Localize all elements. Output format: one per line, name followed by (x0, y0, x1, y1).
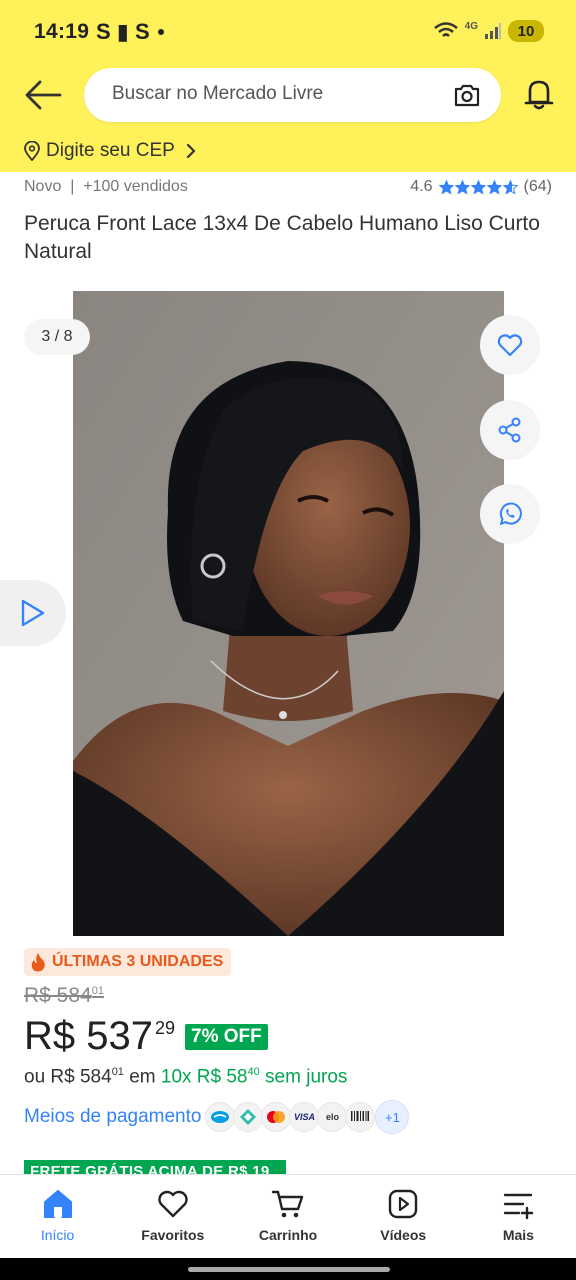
original-price-cents: 01 (91, 985, 104, 997)
more-payment-methods[interactable]: +1 (375, 1100, 410, 1134)
home-icon (43, 1190, 72, 1218)
nav-inicio[interactable]: Início (0, 1175, 115, 1258)
product-title: Peruca Front Lace 13x4 De Cabelo Humano … (24, 212, 540, 263)
heart-icon (158, 1190, 188, 1218)
status-bar: 14:19 S ▮ S 4G 10 (0, 0, 576, 64)
location-pin-icon (24, 141, 40, 161)
star-icon (470, 179, 486, 195)
play-icon (21, 599, 45, 627)
product-photo-illustration (73, 291, 504, 936)
battery-indicator: 10 (508, 20, 544, 42)
mastercard-icon (261, 1102, 292, 1132)
wifi-icon (433, 22, 458, 37)
favorite-button[interactable] (480, 315, 540, 375)
installments-info: ou R$ 58401 em 10x R$ 5840 sem juros (24, 1066, 347, 1088)
whatsapp-icon (499, 502, 522, 525)
nav-label: Vídeos (380, 1227, 427, 1243)
nav-videos[interactable]: Vídeos (346, 1175, 461, 1258)
visa-icon: VISA (289, 1102, 320, 1132)
discount-badge: 7% OFF (185, 1024, 268, 1050)
video-icon (389, 1189, 418, 1219)
image-counter: 3 / 8 (24, 319, 90, 355)
back-arrow-icon[interactable] (24, 78, 62, 112)
video-button[interactable] (0, 580, 66, 646)
stock-badge-label: ÚLTIMAS 3 UNIDADES (52, 953, 224, 970)
search-placeholder: Buscar no Mercado Livre (112, 83, 324, 104)
nav-label: Favoritos (141, 1227, 205, 1243)
condition-sales: Novo | +100 vendidos (24, 178, 188, 195)
bell-icon[interactable] (522, 76, 556, 112)
cep-link[interactable]: Digite seu CEP (24, 140, 197, 162)
menu-plus-icon (504, 1193, 534, 1220)
stock-badge: ÚLTIMAS 3 UNIDADES (24, 948, 232, 976)
camera-icon[interactable] (453, 82, 481, 108)
nav-favoritos[interactable]: Favoritos (115, 1175, 230, 1258)
system-navigation-bar (0, 1258, 576, 1280)
original-price-main: R$ 584 (24, 984, 92, 1007)
nav-label: Mais (502, 1227, 534, 1243)
nav-label: Início (40, 1227, 75, 1243)
price-cents: 29 (154, 1018, 176, 1038)
star-icon (486, 179, 502, 195)
bottom-navigation: Início Favoritos Carrinho Vídeos Mais (0, 1174, 576, 1258)
installments-value-cents: 40 (247, 1066, 260, 1078)
status-time: 14:19 (34, 20, 90, 43)
installments-value: 10x R$ 58 (160, 1066, 248, 1088)
original-price: R$ 58401 (24, 984, 104, 1008)
installments-suffix: sem juros (259, 1066, 348, 1088)
pix-icon (233, 1102, 264, 1132)
star-icon (438, 179, 454, 195)
nav-mais[interactable]: Mais (461, 1175, 576, 1258)
payment-methods[interactable]: Meios de pagamento VISA elo +1 (24, 1100, 410, 1134)
installments-mid: em (123, 1066, 161, 1088)
mercado-pago-icon (205, 1102, 236, 1132)
more-notifications-dot (157, 29, 164, 35)
installments-prefix: ou R$ 584 (24, 1066, 112, 1088)
price-main: R$ 537 (24, 1014, 153, 1058)
nav-carrinho[interactable]: Carrinho (230, 1175, 345, 1258)
status-right: 4G 10 (433, 20, 544, 42)
cep-label: Digite seu CEP (46, 140, 175, 161)
current-price: R$ 537 29 7% OFF (24, 1012, 268, 1060)
elo-icon: elo (317, 1102, 348, 1132)
search-input[interactable]: Buscar no Mercado Livre (84, 68, 501, 122)
notification-icon-group: S ▮ S (96, 19, 150, 44)
fire-icon (31, 953, 45, 972)
rating-summary[interactable]: 4.6 (64) (410, 178, 552, 196)
whatsapp-button[interactable] (480, 484, 540, 544)
rating-count: (64) (523, 178, 552, 195)
payment-methods-link[interactable]: Meios de pagamento (24, 1106, 201, 1128)
nav-label: Carrinho (258, 1227, 318, 1243)
star-icon (454, 179, 470, 195)
share-button[interactable] (480, 400, 540, 460)
heart-icon (497, 334, 523, 357)
installments-prefix-cents: 01 (111, 1066, 124, 1078)
star-icon (502, 179, 518, 195)
share-icon (498, 417, 521, 443)
chevron-right-icon (186, 143, 195, 159)
network-label: 4G (464, 20, 478, 32)
rating-stars (438, 179, 518, 195)
signal-icon (485, 23, 501, 39)
notification-icons: S ▮ S (96, 19, 164, 45)
battery-level: 10 (517, 22, 535, 40)
product-image[interactable] (73, 291, 504, 936)
app-header: 14:19 S ▮ S 4G 10 Buscar no Mercado Livr… (0, 0, 576, 172)
boleto-icon (345, 1102, 376, 1132)
rating-value: 4.6 (410, 178, 433, 195)
home-gesture-handle[interactable] (188, 1267, 390, 1272)
cart-icon (271, 1190, 304, 1218)
